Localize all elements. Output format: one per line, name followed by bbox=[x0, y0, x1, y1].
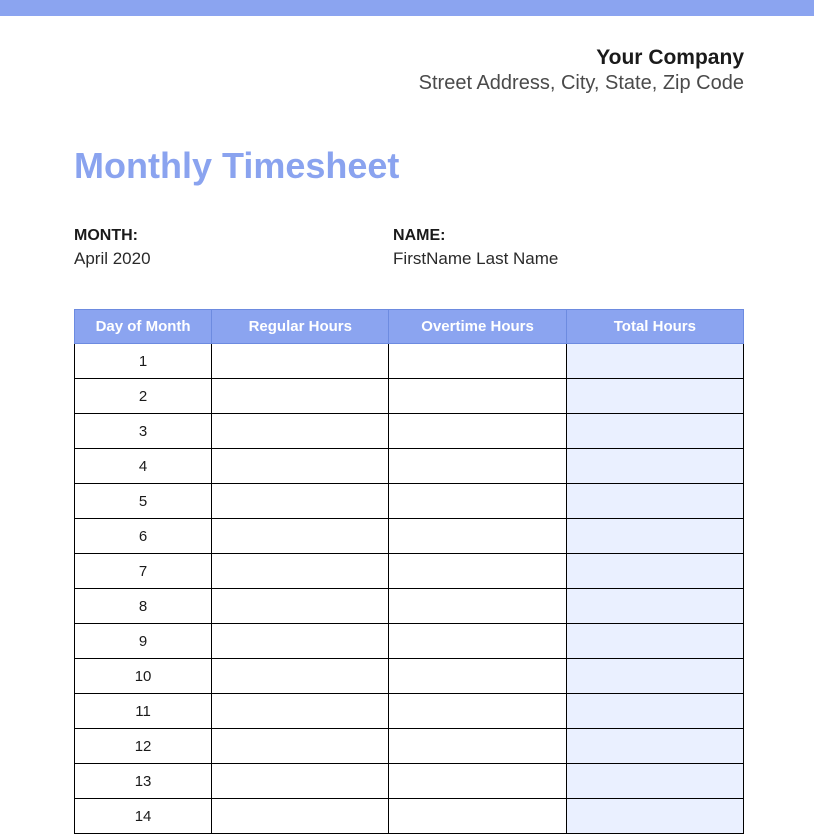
cell-total bbox=[566, 764, 743, 799]
cell-total bbox=[566, 729, 743, 764]
cell-total bbox=[566, 344, 743, 379]
name-label: NAME: bbox=[393, 227, 744, 245]
page-title: Monthly Timesheet bbox=[74, 145, 744, 187]
cell-day: 2 bbox=[75, 379, 212, 414]
table-row: 5 bbox=[75, 484, 744, 519]
table-row: 4 bbox=[75, 449, 744, 484]
cell-day: 12 bbox=[75, 729, 212, 764]
table-row: 9 bbox=[75, 624, 744, 659]
cell-regular[interactable] bbox=[212, 449, 389, 484]
cell-day: 8 bbox=[75, 589, 212, 624]
cell-total bbox=[566, 799, 743, 834]
table-row: 1 bbox=[75, 344, 744, 379]
cell-total bbox=[566, 379, 743, 414]
header-day: Day of Month bbox=[75, 310, 212, 344]
cell-total bbox=[566, 659, 743, 694]
table-row: 6 bbox=[75, 519, 744, 554]
cell-day: 1 bbox=[75, 344, 212, 379]
cell-regular[interactable] bbox=[212, 694, 389, 729]
header-overtime: Overtime Hours bbox=[389, 310, 566, 344]
company-name: Your Company bbox=[74, 46, 744, 70]
cell-day: 9 bbox=[75, 624, 212, 659]
header-total: Total Hours bbox=[566, 310, 743, 344]
cell-regular[interactable] bbox=[212, 379, 389, 414]
cell-regular[interactable] bbox=[212, 519, 389, 554]
cell-total bbox=[566, 484, 743, 519]
cell-overtime[interactable] bbox=[389, 694, 566, 729]
cell-overtime[interactable] bbox=[389, 554, 566, 589]
cell-overtime[interactable] bbox=[389, 764, 566, 799]
cell-day: 3 bbox=[75, 414, 212, 449]
cell-total bbox=[566, 449, 743, 484]
cell-regular[interactable] bbox=[212, 624, 389, 659]
cell-total bbox=[566, 589, 743, 624]
cell-regular[interactable] bbox=[212, 554, 389, 589]
cell-overtime[interactable] bbox=[389, 799, 566, 834]
cell-day: 7 bbox=[75, 554, 212, 589]
cell-regular[interactable] bbox=[212, 344, 389, 379]
table-row: 11 bbox=[75, 694, 744, 729]
table-row: 14 bbox=[75, 799, 744, 834]
cell-regular[interactable] bbox=[212, 764, 389, 799]
cell-regular[interactable] bbox=[212, 729, 389, 764]
table-header-row: Day of Month Regular Hours Overtime Hour… bbox=[75, 310, 744, 344]
cell-day: 13 bbox=[75, 764, 212, 799]
table-row: 2 bbox=[75, 379, 744, 414]
document-page: Your Company Street Address, City, State… bbox=[0, 16, 814, 834]
company-address: Street Address, City, State, Zip Code bbox=[74, 72, 744, 95]
cell-overtime[interactable] bbox=[389, 729, 566, 764]
cell-overtime[interactable] bbox=[389, 449, 566, 484]
cell-regular[interactable] bbox=[212, 414, 389, 449]
table-row: 7 bbox=[75, 554, 744, 589]
cell-day: 4 bbox=[75, 449, 212, 484]
name-value: FirstName Last Name bbox=[393, 249, 744, 269]
table-row: 12 bbox=[75, 729, 744, 764]
month-label: MONTH: bbox=[74, 227, 393, 245]
cell-overtime[interactable] bbox=[389, 589, 566, 624]
table-row: 8 bbox=[75, 589, 744, 624]
cell-total bbox=[566, 624, 743, 659]
table-row: 13 bbox=[75, 764, 744, 799]
cell-total bbox=[566, 414, 743, 449]
cell-day: 6 bbox=[75, 519, 212, 554]
cell-regular[interactable] bbox=[212, 484, 389, 519]
cell-day: 5 bbox=[75, 484, 212, 519]
cell-day: 11 bbox=[75, 694, 212, 729]
cell-total bbox=[566, 694, 743, 729]
meta-name: NAME: FirstName Last Name bbox=[393, 227, 744, 269]
cell-regular[interactable] bbox=[212, 589, 389, 624]
cell-overtime[interactable] bbox=[389, 344, 566, 379]
table-row: 10 bbox=[75, 659, 744, 694]
timesheet-table: Day of Month Regular Hours Overtime Hour… bbox=[74, 309, 744, 834]
cell-overtime[interactable] bbox=[389, 414, 566, 449]
cell-overtime[interactable] bbox=[389, 484, 566, 519]
cell-regular[interactable] bbox=[212, 659, 389, 694]
cell-overtime[interactable] bbox=[389, 519, 566, 554]
table-row: 3 bbox=[75, 414, 744, 449]
cell-regular[interactable] bbox=[212, 799, 389, 834]
meta-month: MONTH: April 2020 bbox=[74, 227, 393, 269]
company-header: Your Company Street Address, City, State… bbox=[74, 46, 744, 95]
cell-total bbox=[566, 519, 743, 554]
cell-total bbox=[566, 554, 743, 589]
cell-overtime[interactable] bbox=[389, 379, 566, 414]
cell-day: 14 bbox=[75, 799, 212, 834]
cell-overtime[interactable] bbox=[389, 624, 566, 659]
cell-day: 10 bbox=[75, 659, 212, 694]
cell-overtime[interactable] bbox=[389, 659, 566, 694]
header-regular: Regular Hours bbox=[212, 310, 389, 344]
top-accent-bar bbox=[0, 0, 814, 16]
month-value: April 2020 bbox=[74, 249, 393, 269]
meta-row: MONTH: April 2020 NAME: FirstName Last N… bbox=[74, 227, 744, 269]
